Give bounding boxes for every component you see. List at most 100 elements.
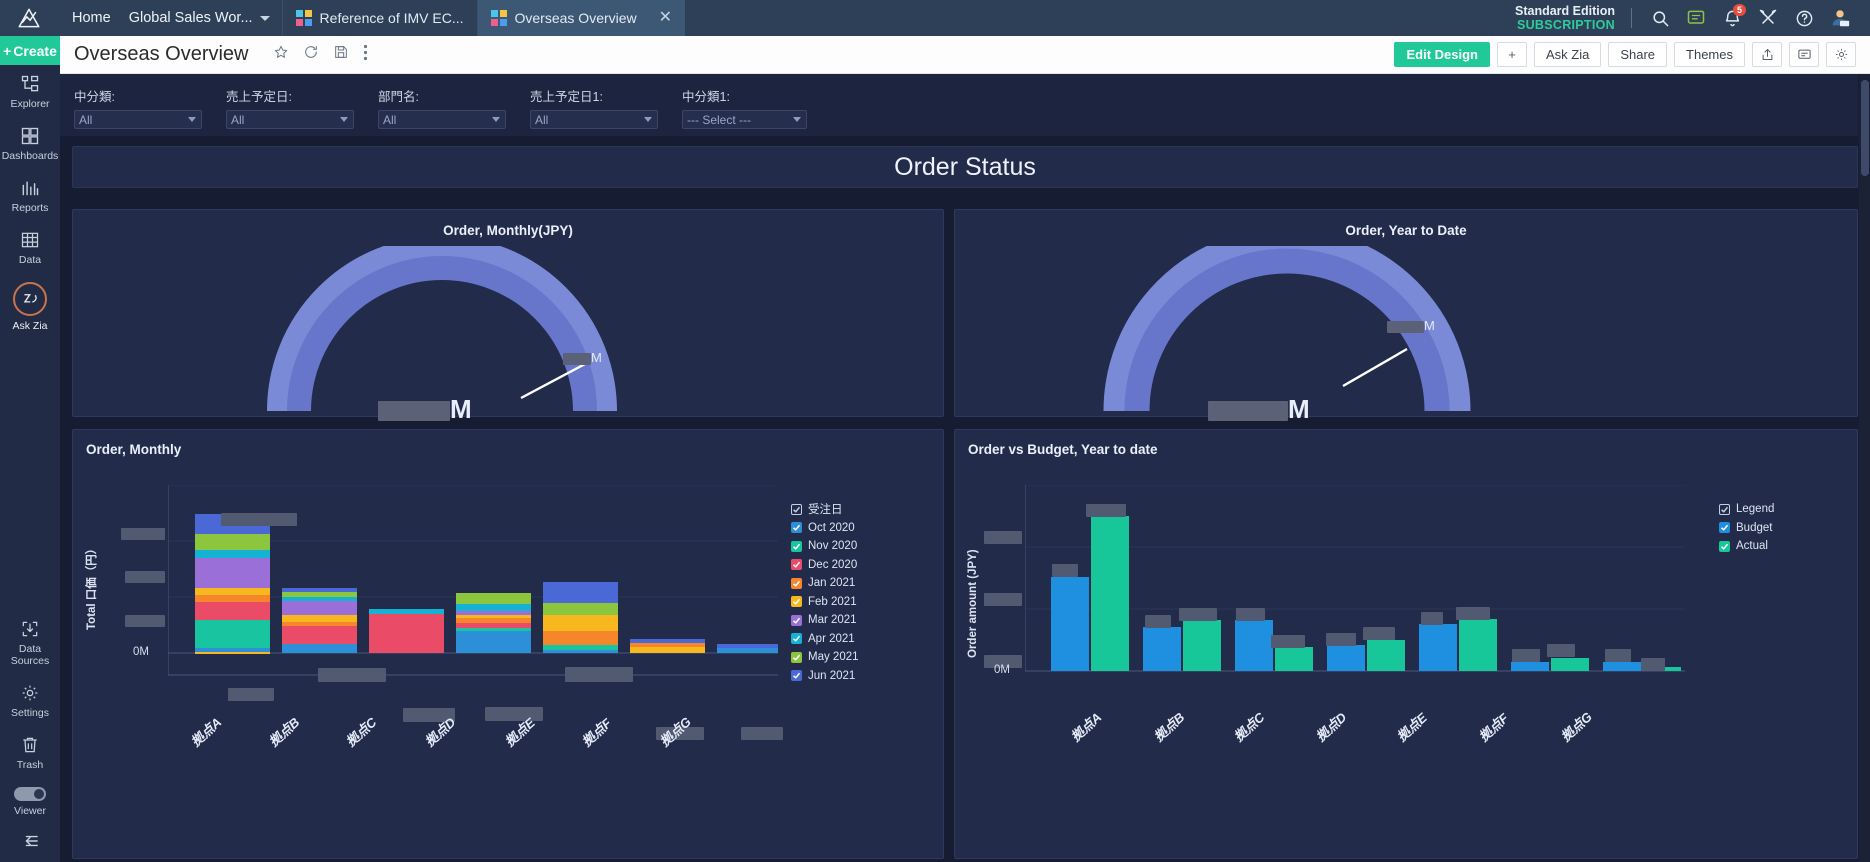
legend-checkbox-icon[interactable] — [791, 633, 802, 645]
legend-checkbox-icon[interactable] — [1719, 522, 1730, 534]
legend-item[interactable]: Apr 2021 — [791, 630, 859, 649]
legend-item[interactable]: Jan 2021 — [791, 574, 859, 593]
legend-item[interactable]: Jun 2021 — [791, 667, 859, 686]
app-logo-icon[interactable] — [0, 0, 58, 36]
y-axis-title: Order amount (JPY) — [967, 549, 979, 658]
workspace-selector[interactable]: Global Sales Wor... — [125, 10, 282, 26]
bar-group-6 — [717, 644, 778, 653]
filter-select[interactable]: --- Select --- — [682, 110, 807, 129]
gauge-value: M — [378, 394, 472, 425]
legend-checkbox-icon[interactable] — [791, 559, 802, 571]
x-axis-label: 拠点A — [188, 714, 225, 750]
data-label-redacted — [1145, 615, 1171, 628]
sidebar-item-data[interactable]: Data — [0, 221, 60, 273]
filter-chubunrui-1: 中分類1: --- Select --- — [682, 86, 807, 129]
chevron-down-icon — [644, 117, 652, 122]
bell-icon[interactable]: 5 — [1714, 0, 1750, 36]
data-label-redacted — [1363, 627, 1395, 640]
viewer-toggle[interactable]: Viewer — [0, 778, 60, 824]
share-button[interactable]: Share — [1608, 42, 1668, 67]
chevron-down-icon — [793, 117, 801, 122]
filter-bumonmei: 部門名: All — [378, 86, 506, 129]
search-icon[interactable] — [1642, 0, 1678, 36]
tools-icon[interactable] — [1750, 0, 1786, 36]
data-label-redacted — [1421, 612, 1443, 625]
sidebar-item-label: Data Sources — [10, 642, 50, 667]
filter-select[interactable]: All — [74, 110, 202, 129]
create-button[interactable]: + Create — [0, 36, 60, 65]
help-icon[interactable] — [1786, 0, 1822, 36]
user-avatar-icon[interactable] — [1822, 0, 1858, 36]
legend-item[interactable]: Nov 2020 — [791, 537, 859, 556]
sidebar-item-reports[interactable]: Reports — [0, 169, 60, 221]
sidebar-item-trash[interactable]: Trash — [0, 726, 60, 778]
legend-checkbox-icon[interactable] — [1719, 503, 1730, 515]
more-vertical-icon[interactable] — [363, 44, 368, 66]
chart-legend: 受注日 Oct 2020 Nov 2020 Dec 2020 Jan 2021 … — [791, 500, 859, 685]
refresh-icon[interactable] — [303, 44, 319, 65]
legend-checkbox-icon[interactable] — [791, 503, 802, 515]
tab-label: Overseas Overview — [514, 10, 637, 26]
sidebar-item-label: Trash — [16, 758, 44, 771]
legend-item[interactable]: Feb 2021 — [791, 593, 859, 612]
sidebar-collapse-button[interactable] — [0, 824, 60, 856]
sidebar-item-settings[interactable]: Settings — [0, 674, 60, 726]
close-icon[interactable]: ✕ — [659, 10, 672, 26]
y-tick-zero: 0M — [133, 646, 149, 658]
vertical-scrollbar[interactable] — [1859, 74, 1870, 862]
x-axis-label: 拠点G — [657, 714, 694, 750]
subscription-label: SUBSCRIPTION — [1516, 18, 1615, 32]
themes-button[interactable]: Themes — [1674, 42, 1745, 67]
legend-label: Jun 2021 — [808, 669, 856, 682]
legend-checkbox-icon[interactable] — [791, 670, 802, 682]
data-label-redacted — [565, 667, 633, 682]
legend-checkbox-icon[interactable] — [791, 651, 802, 663]
sidebar-item-explorer[interactable]: Explorer — [0, 65, 60, 117]
legend-title-row[interactable]: 受注日 — [791, 500, 859, 519]
legend-checkbox-icon[interactable] — [791, 596, 802, 608]
filter-select[interactable]: All — [530, 110, 658, 129]
legend-checkbox-icon[interactable] — [791, 614, 802, 626]
legend-title: 受注日 — [808, 504, 843, 517]
dashboard-tab-icon — [490, 10, 507, 26]
legend-checkbox-icon[interactable] — [791, 522, 802, 534]
filter-label: 中分類: — [74, 90, 115, 104]
filter-select[interactable]: All — [378, 110, 506, 129]
gear-icon[interactable] — [1826, 42, 1856, 67]
star-icon[interactable] — [273, 44, 289, 65]
legend-checkbox-icon[interactable] — [791, 540, 802, 552]
export-icon[interactable] — [1752, 42, 1782, 67]
data-label-redacted — [1605, 649, 1631, 662]
save-icon[interactable] — [333, 44, 349, 65]
add-button[interactable]: + — [1496, 42, 1527, 67]
tab-overseas-overview[interactable]: Overseas Overview ✕ — [476, 0, 686, 36]
legend-title-row[interactable]: Legend — [1719, 500, 1774, 519]
legend-item[interactable]: Dec 2020 — [791, 556, 859, 575]
data-label-redacted — [228, 688, 274, 701]
legend-item[interactable]: May 2021 — [791, 648, 859, 667]
sidebar-item-dashboards[interactable]: Dashboards — [0, 117, 60, 169]
sidebar-item-data-sources[interactable]: Data Sources — [0, 610, 60, 674]
legend-item[interactable]: Oct 2020 — [791, 519, 859, 538]
ask-zia-button[interactable]: Ask Zia — [1533, 42, 1602, 67]
y-tick-redacted — [125, 571, 165, 583]
top-bar: Home Global Sales Wor... Reference of IM… — [0, 0, 1870, 36]
data-label-redacted — [1052, 564, 1078, 577]
legend-item[interactable]: Budget — [1719, 519, 1774, 538]
edit-design-button[interactable]: Edit Design — [1394, 42, 1490, 67]
scrollbar-thumb[interactable] — [1861, 80, 1869, 176]
filter-value: All — [535, 112, 549, 127]
tab-reference-of-imv-ec[interactable]: Reference of IMV EC... — [281, 0, 477, 36]
comment-icon[interactable] — [1789, 42, 1819, 67]
bar-group-5 — [630, 639, 705, 653]
sidebar-item-ask-zia[interactable]: Ask Zia — [0, 273, 60, 339]
filter-select[interactable]: All — [226, 110, 354, 129]
legend-checkbox-icon[interactable] — [1719, 540, 1730, 552]
home-link[interactable]: Home — [58, 0, 125, 36]
banner-title: Order Status — [894, 152, 1036, 181]
chat-icon[interactable] — [1678, 0, 1714, 36]
legend-item[interactable]: Actual — [1719, 537, 1774, 556]
legend-checkbox-icon[interactable] — [791, 577, 802, 589]
gauge-panel-ytd: Order, Year to Date M M — [954, 209, 1858, 424]
legend-item[interactable]: Mar 2021 — [791, 611, 859, 630]
